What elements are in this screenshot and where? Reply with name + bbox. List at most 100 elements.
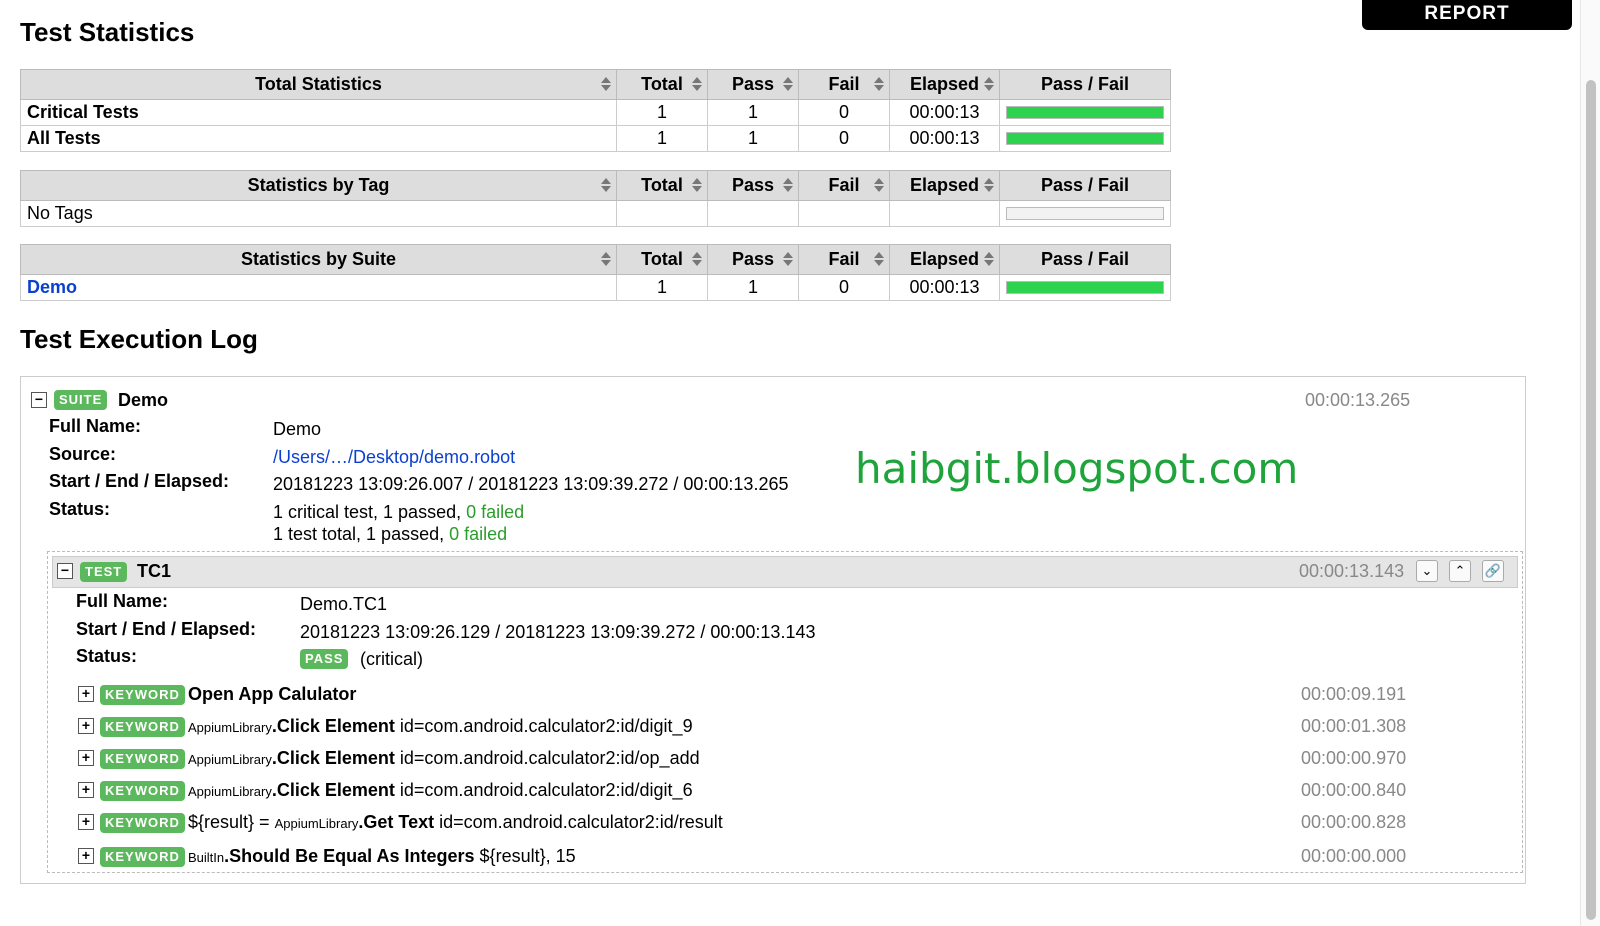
collapse-suite-icon[interactable]: −: [31, 392, 47, 408]
pass-fail-bar: [1006, 132, 1164, 145]
keyword-label: KEYWORD: [100, 813, 185, 833]
expand-keyword-icon[interactable]: +: [78, 718, 94, 734]
keyword-elapsed: 00:00:00.970: [1301, 748, 1407, 768]
sort-icon: [874, 252, 884, 267]
col-pass[interactable]: Pass: [707, 170, 799, 201]
collapse-test-icon[interactable]: −: [57, 563, 73, 579]
sort-icon: [984, 77, 994, 92]
col-fail[interactable]: Fail: [798, 244, 890, 275]
suite-link-demo[interactable]: Demo: [27, 277, 77, 297]
report-tab-button[interactable]: REPORT: [1362, 0, 1572, 30]
keyword-label: KEYWORD: [100, 717, 185, 737]
col-fail[interactable]: Fail: [798, 69, 890, 100]
keyword-elapsed: 00:00:09.191: [1301, 684, 1407, 704]
table-row: Critical Tests 1 1 0 00:00:13: [20, 99, 1171, 126]
keyword-row[interactable]: + KEYWORD ${result} = AppiumLibrary.Get Te…: [48, 811, 1518, 837]
suite-full-name-key: Full Name:: [49, 416, 142, 436]
keyword-name: Open App Calulator: [188, 684, 357, 704]
col-total[interactable]: Total: [616, 170, 708, 201]
scrollbar[interactable]: [1580, 0, 1600, 926]
suite-elapsed: 00:00:13.265: [1305, 390, 1411, 410]
keyword-elapsed: 00:00:00.828: [1301, 812, 1407, 832]
suite-status-line2: 1 test total, 1 passed, 0 failed: [273, 524, 508, 544]
keyword-elapsed: 00:00:01.308: [1301, 716, 1407, 736]
keyword-row[interactable]: + KEYWORD BuiltIn.Should Be Equal As Integ…: [48, 845, 1518, 871]
pass-fill: [1007, 133, 1163, 144]
col-total[interactable]: Total: [616, 244, 708, 275]
keyword-row[interactable]: + KEYWORD AppiumLibrary.Click Element id=c…: [48, 747, 1518, 773]
sort-icon: [692, 252, 702, 267]
test-statistics-heading: Test Statistics: [20, 17, 195, 47]
table-row: Demo 1 1 0 00:00:13: [20, 274, 1171, 301]
expand-keyword-icon[interactable]: +: [78, 848, 94, 864]
keyword-row[interactable]: + KEYWORD AppiumLibrary.Click Element id=c…: [48, 779, 1518, 805]
execution-log: − SUITE Demo 00:00:13.265 Full Name: Dem…: [20, 376, 1526, 884]
col-total[interactable]: Total: [616, 69, 708, 100]
test-block: − TEST TC1 00:00:13.143 ⌄ ⌃ 🔗 Full Name:…: [47, 551, 1523, 873]
report-page: Test Statistics REPORT Total Statistics …: [0, 0, 1600, 926]
test-label: TEST: [80, 562, 128, 582]
col-pass[interactable]: Pass: [707, 69, 799, 100]
link-icon[interactable]: 🔗: [1482, 560, 1504, 582]
keyword-name: Get Text: [363, 812, 435, 832]
pass-fail-bar: [1006, 207, 1164, 220]
keyword-text[interactable]: AppiumLibrary.Click Element id=com.andro…: [188, 716, 693, 737]
col-elapsed[interactable]: Elapsed: [889, 69, 1000, 100]
expand-all-icon[interactable]: ⌄: [1416, 560, 1438, 582]
keyword-args: id=com.android.calculator2:id/digit_9: [399, 716, 693, 736]
test-times-key: Start / End / Elapsed:: [76, 619, 257, 639]
suite-name[interactable]: Demo: [118, 390, 168, 411]
total-statistics-table: Total Statistics Total Pass Fail Elapsed…: [20, 69, 1171, 152]
keyword-library: AppiumLibrary: [188, 752, 272, 767]
keyword-name: Click Element: [276, 748, 395, 768]
keyword-text[interactable]: AppiumLibrary.Click Element id=com.andro…: [188, 780, 693, 801]
pass-fill: [1007, 107, 1163, 118]
keyword-name: Click Element: [276, 716, 395, 736]
test-times: 20181223 13:09:26.129 / 20181223 13:09:3…: [300, 622, 816, 642]
keyword-row[interactable]: + KEYWORD AppiumLibrary.Click Element id=c…: [48, 715, 1518, 741]
expand-keyword-icon[interactable]: +: [78, 686, 94, 702]
scroll-thumb[interactable]: [1586, 80, 1596, 920]
suite-status-key: Status:: [49, 499, 111, 519]
pass-fail-bar: [1006, 281, 1164, 294]
col-pass-fail: Pass / Fail: [999, 170, 1171, 201]
expand-keyword-icon[interactable]: +: [78, 782, 94, 798]
table-row: No Tags: [20, 200, 1171, 227]
keyword-elapsed: 00:00:00.000: [1301, 846, 1407, 866]
test-execution-log-heading: Test Execution Log: [20, 324, 258, 354]
col-pass-fail: Pass / Fail: [999, 244, 1171, 275]
keyword-text[interactable]: ${result} = AppiumLibrary.Get Text id=co…: [188, 812, 723, 833]
col-elapsed[interactable]: Elapsed: [889, 170, 1000, 201]
keyword-label: KEYWORD: [100, 749, 185, 769]
tag-statistics-header[interactable]: Statistics by Tag: [20, 170, 617, 201]
suite-full-name: Demo: [273, 419, 322, 439]
suite-source-link[interactable]: /Users/…/Desktop/demo.robot: [273, 447, 515, 468]
pass-badge: PASS: [300, 649, 349, 669]
keyword-row[interactable]: + KEYWORD Open App Calulator 00:00:09.191: [48, 683, 1518, 709]
sort-icon: [984, 178, 994, 193]
sort-icon: [601, 77, 611, 92]
test-name[interactable]: TC1: [137, 561, 171, 582]
table-row: All Tests 1 1 0 00:00:13: [20, 125, 1171, 152]
expand-keyword-icon[interactable]: +: [78, 814, 94, 830]
keyword-elapsed: 00:00:00.840: [1301, 780, 1407, 800]
keyword-text[interactable]: Open App Calulator: [188, 684, 356, 705]
keyword-text[interactable]: AppiumLibrary.Click Element id=com.andro…: [188, 748, 700, 769]
sort-icon: [601, 178, 611, 193]
col-pass[interactable]: Pass: [707, 244, 799, 275]
expand-keyword-icon[interactable]: +: [78, 750, 94, 766]
total-statistics-header[interactable]: Total Statistics: [20, 69, 617, 100]
col-elapsed[interactable]: Elapsed: [889, 244, 1000, 275]
pass-fill: [1007, 282, 1163, 293]
col-fail[interactable]: Fail: [798, 170, 890, 201]
test-status-key: Status:: [76, 646, 138, 666]
collapse-all-icon[interactable]: ⌃: [1449, 560, 1471, 582]
suite-statistics-header[interactable]: Statistics by Suite: [20, 244, 617, 275]
keyword-text[interactable]: BuiltIn.Should Be Equal As Integers ${re…: [188, 846, 576, 867]
keyword-assign: ${result} =: [188, 812, 275, 832]
keyword-args: ${result}, 15: [479, 846, 576, 866]
test-status-note: (critical): [360, 649, 423, 669]
keyword-label: KEYWORD: [100, 781, 185, 801]
test-header[interactable]: − TEST TC1 00:00:13.143 ⌄ ⌃ 🔗: [52, 556, 1518, 588]
keyword-name: Should Be Equal As Integers: [229, 846, 475, 866]
